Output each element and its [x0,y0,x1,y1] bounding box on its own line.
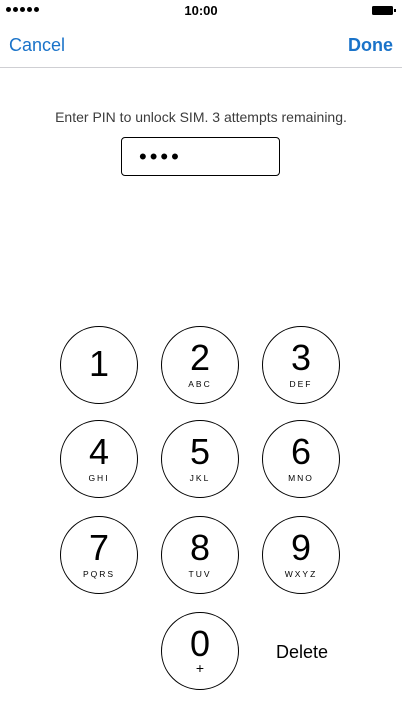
key-8[interactable]: 8 TUV [161,516,239,594]
key-digit: 2 [189,337,211,378]
key-digit: 3 [290,337,312,378]
key-9[interactable]: 9 WXYZ [262,516,340,594]
key-digit: 1 [88,343,110,384]
key-letters: GHI [88,473,110,483]
delete-button[interactable]: Delete [276,642,328,663]
key-digit: 0 [189,623,211,664]
navigation-bar: Cancel Done [0,22,402,68]
key-digit: 8 [189,527,211,568]
key-letters: ABC [188,379,212,389]
sim-pin-screen: 10:00 Cancel Done Enter PIN to unlock SI… [0,0,402,715]
key-letters: MNO [288,473,314,483]
status-bar: 10:00 [0,0,402,22]
key-6[interactable]: 6 MNO [262,420,340,498]
key-letters: + [195,660,205,676]
key-5[interactable]: 5 JKL [161,420,239,498]
key-digit: 9 [290,527,312,568]
pin-input[interactable]: •••• [121,137,280,176]
key-4[interactable]: 4 GHI [60,420,138,498]
key-letters: PQRS [82,569,116,579]
key-0[interactable]: 0 + [161,612,239,690]
key-2[interactable]: 2 ABC [161,326,239,404]
battery-icon [372,6,396,15]
key-digit: 6 [290,431,312,472]
done-button[interactable]: Done [348,35,393,56]
key-3[interactable]: 3 DEF [262,326,340,404]
key-digit: 7 [88,527,110,568]
key-letters: DEF [289,379,313,389]
key-letters: WXYZ [284,569,318,579]
key-letters: TUV [188,569,212,579]
key-1[interactable]: 1 [60,326,138,404]
cancel-button[interactable]: Cancel [9,35,65,56]
key-digit: 5 [189,431,211,472]
key-digit: 4 [88,431,110,472]
pin-prompt: Enter PIN to unlock SIM. 3 attempts rema… [55,109,347,125]
key-7[interactable]: 7 PQRS [60,516,138,594]
key-letters: JKL [189,473,211,483]
status-time: 10:00 [184,3,218,18]
